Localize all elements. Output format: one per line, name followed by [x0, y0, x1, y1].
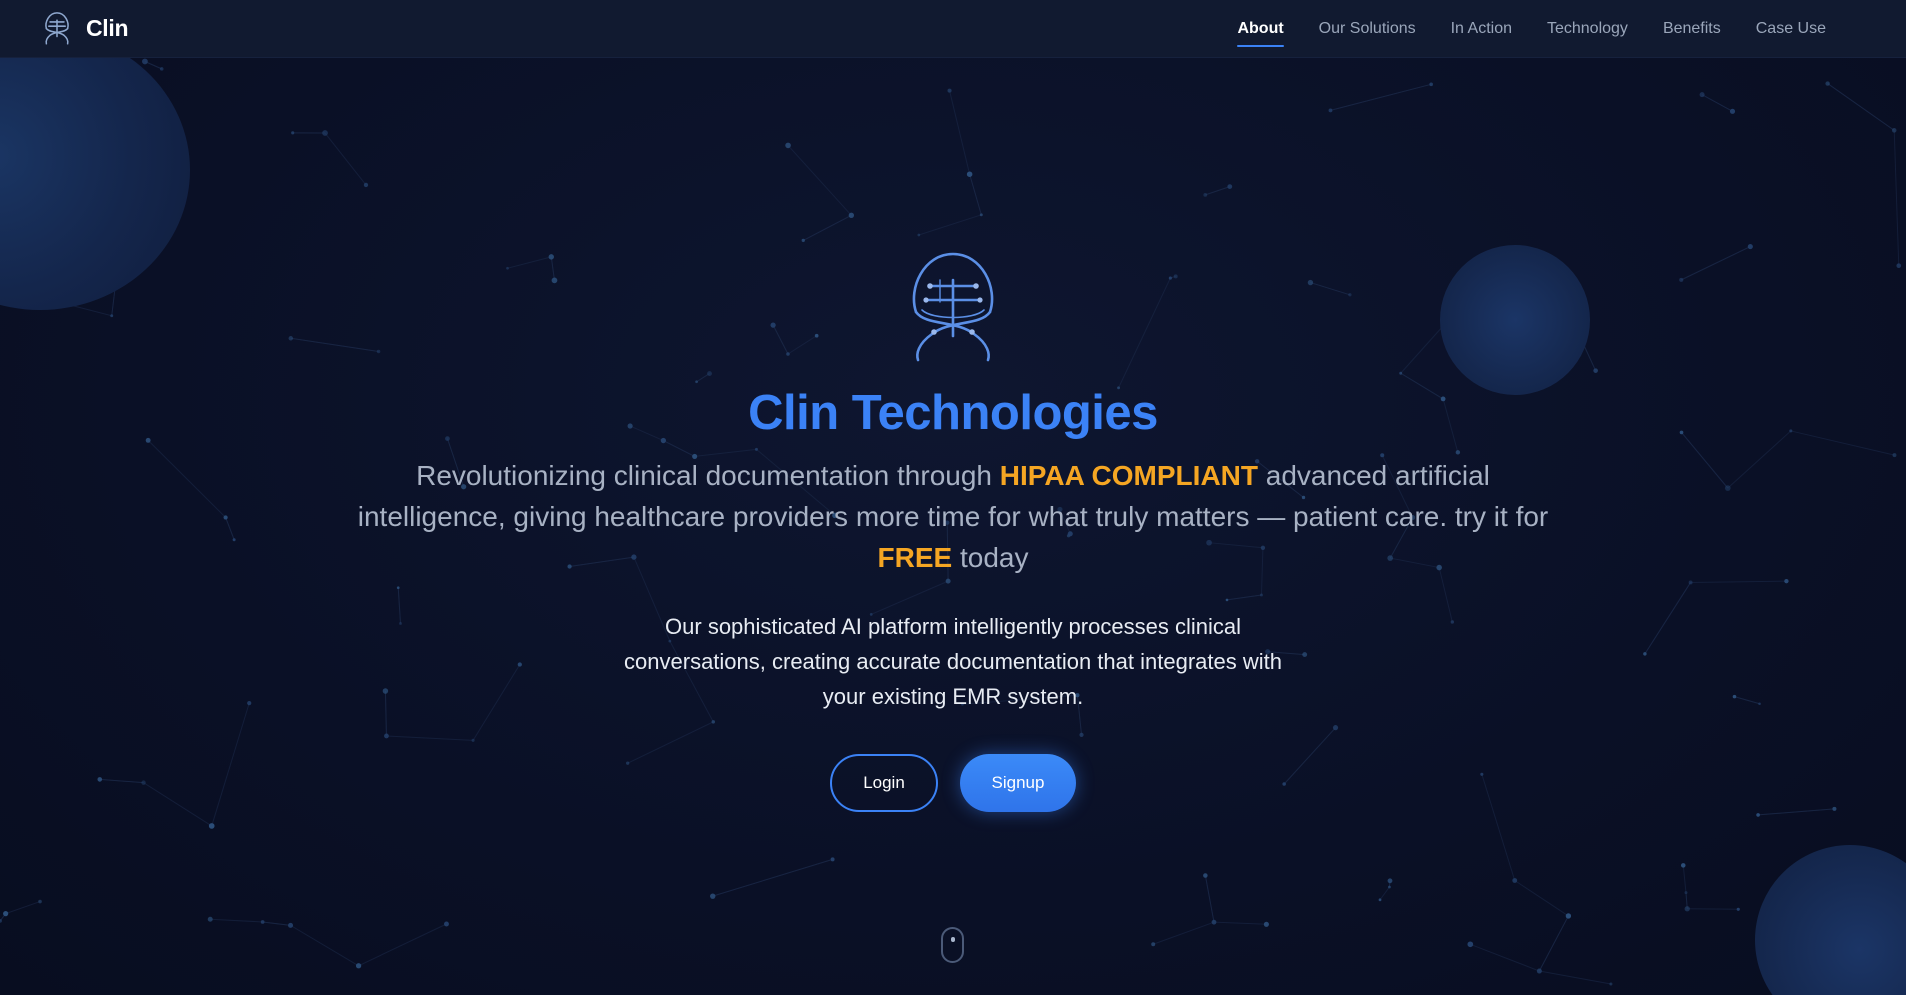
nav-about[interactable]: About: [1237, 14, 1284, 47]
hero-description: Our sophisticated AI platform intelligen…: [624, 614, 1282, 709]
nav-case-use[interactable]: Case Use: [1756, 14, 1826, 44]
clin-logo-icon: [45, 12, 69, 45]
tagline-text: Revolutionizing clinical documentation t…: [416, 460, 1000, 491]
brand[interactable]: Clin: [42, 11, 129, 45]
nav-in-action[interactable]: In Action: [1451, 14, 1512, 44]
nav-technology[interactable]: Technology: [1547, 14, 1628, 44]
nav-benefits[interactable]: Benefits: [1663, 14, 1721, 44]
login-button[interactable]: Login: [830, 754, 938, 812]
clin-logo-icon: [912, 252, 994, 362]
main-nav: About Our Solutions In Action Technology…: [1202, 0, 1826, 57]
signup-button[interactable]: Signup: [960, 754, 1076, 812]
nav-our-solutions[interactable]: Our Solutions: [1319, 14, 1416, 44]
tagline-text: today: [952, 542, 1029, 573]
brand-name: Clin: [86, 14, 129, 41]
hero-title: Clin Technologies: [748, 386, 1158, 440]
mouse-scroll-icon[interactable]: [941, 927, 964, 963]
page: Clin About Our Solutions In Action Techn…: [0, 0, 1906, 995]
hero-section: Clin Technologies Revolutionizing clinic…: [0, 0, 1906, 995]
free-highlight: FREE: [877, 542, 953, 573]
top-navbar: Clin About Our Solutions In Action Techn…: [0, 0, 1906, 58]
scroll-wheel-dot: [951, 937, 955, 942]
hipaa-highlight: HIPAA COMPLIANT: [999, 460, 1258, 491]
hero-tagline: Revolutionizing clinical documentation t…: [350, 455, 1556, 578]
